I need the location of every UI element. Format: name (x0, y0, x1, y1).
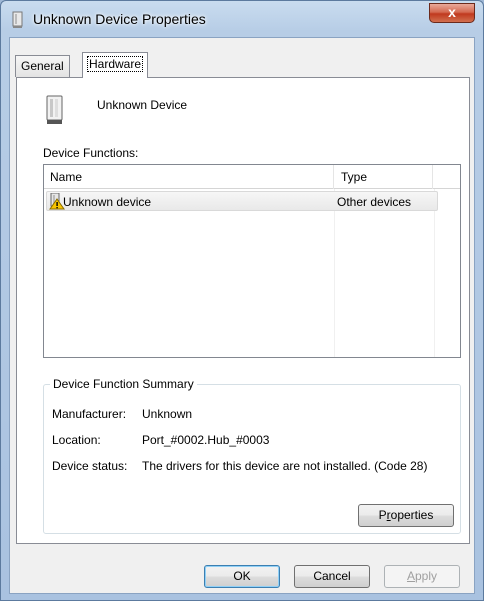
manufacturer-label: Manufacturer: (52, 407, 127, 421)
properties-window: Unknown Device Properties x General Hard… (0, 0, 484, 601)
hardware-tab-panel: Unknown Device Device Functions: Name Ty… (16, 77, 470, 544)
close-button[interactable]: x (429, 3, 475, 23)
column-header-filler (434, 165, 460, 189)
close-icon: x (448, 4, 456, 20)
row-device-name: Unknown device (63, 195, 152, 209)
list-item[interactable]: Unknown device Other devices (46, 191, 438, 211)
column-header-type[interactable]: Type (335, 165, 433, 189)
location-value: Port_#0002.Hub_#0003 (142, 433, 270, 447)
device-icon (46, 95, 63, 124)
device-status-value: The drivers for this device are not inst… (142, 459, 428, 473)
location-label: Location: (52, 433, 101, 447)
device-functions-label: Device Functions: (43, 146, 139, 160)
device-functions-list[interactable]: Name Type Unknown device Other devices (43, 164, 461, 358)
column-divider (434, 189, 435, 357)
list-header: Name Type (44, 165, 460, 189)
device-function-summary-group: Device Function Summary Manufacturer: Un… (43, 377, 461, 534)
window-title: Unknown Device Properties (33, 11, 206, 27)
row-device-type: Other devices (337, 195, 412, 209)
tab-general[interactable]: General (15, 55, 70, 77)
tab-hardware-label: Hardware (86, 56, 144, 72)
properties-button[interactable]: Properties (358, 504, 454, 527)
device-window-icon (12, 11, 23, 28)
tab-general-label: General (21, 59, 64, 73)
title-bar[interactable]: Unknown Device Properties x (1, 1, 483, 37)
tab-hardware[interactable]: Hardware (82, 52, 149, 78)
apply-button[interactable]: Apply (384, 565, 460, 588)
cancel-button[interactable]: Cancel (294, 565, 370, 588)
column-header-name[interactable]: Name (44, 165, 334, 189)
device-name: Unknown Device (97, 98, 188, 112)
column-divider (334, 189, 335, 357)
manufacturer-value: Unknown (142, 407, 193, 421)
dialog-client-area: General Hardware Unknown Device Device F… (9, 37, 475, 594)
device-status-label: Device status: (52, 459, 128, 473)
summary-group-title: Device Function Summary (50, 377, 197, 391)
ok-button[interactable]: OK (204, 565, 280, 588)
